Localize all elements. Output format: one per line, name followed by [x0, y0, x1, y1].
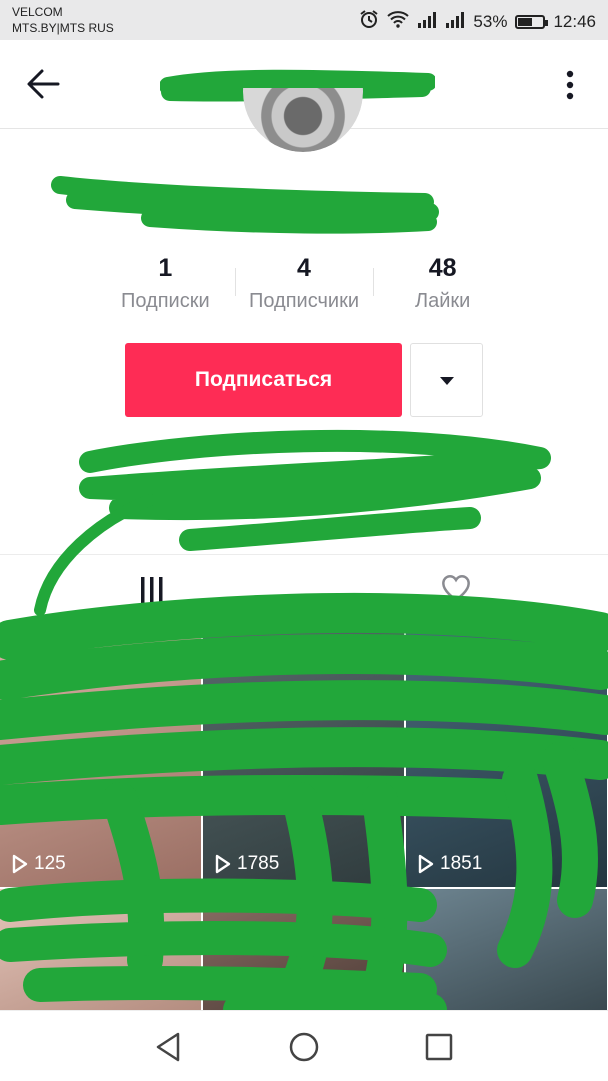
- view-count: 1785: [215, 853, 279, 875]
- back-triangle-icon: [156, 1032, 180, 1062]
- status-bar: VELCOM MTS.BY|MTS RUS 53% 12:46: [0, 0, 608, 40]
- more-vertical-icon: [566, 70, 574, 100]
- stat-value: 48: [428, 254, 457, 282]
- stat-followers[interactable]: 4 Подписчики: [234, 254, 374, 314]
- play-icon: [12, 854, 28, 874]
- clock: 12:46: [553, 11, 596, 31]
- signal-icon: [445, 10, 465, 33]
- signal-icon: [417, 10, 437, 33]
- video-thumbnail[interactable]: [0, 889, 201, 1010]
- carrier-2: MTS.BY|MTS RUS: [12, 21, 114, 35]
- status-icons: 53% 12:46: [359, 9, 596, 34]
- video-thumbnail[interactable]: 125: [0, 624, 201, 887]
- tab-liked[interactable]: [304, 555, 608, 625]
- home-circle-icon: [289, 1032, 319, 1062]
- follow-button[interactable]: Подписаться: [125, 343, 402, 417]
- grid-icon: [141, 577, 163, 603]
- stat-label: Подписчики: [248, 290, 360, 312]
- view-count-value: 125: [34, 853, 66, 874]
- stat-likes: 48 Лайки: [373, 254, 512, 314]
- video-grid: 125 1785 1851: [0, 624, 608, 1010]
- view-count: 125: [12, 853, 66, 875]
- battery-percent: 53%: [473, 11, 508, 31]
- avatar[interactable]: [243, 88, 363, 152]
- play-icon: [418, 854, 434, 874]
- caret-down-icon: [440, 377, 454, 385]
- nav-back-button[interactable]: [150, 1029, 190, 1065]
- tab-videos[interactable]: [0, 555, 304, 625]
- stat-label: Лайки: [415, 290, 471, 312]
- nav-home-button[interactable]: [284, 1029, 324, 1065]
- battery-icon: [515, 14, 549, 29]
- play-icon: [215, 854, 231, 874]
- arrow-left-icon: [27, 69, 60, 99]
- profile-stats: 1 Подписки 4 Подписчики 48 Лайки: [96, 254, 512, 314]
- carrier-1: VELCOM: [12, 5, 63, 19]
- heart-icon: [442, 575, 470, 602]
- carrier-info: VELCOM MTS.BY|MTS RUS: [12, 4, 114, 36]
- video-thumbnail[interactable]: 1851: [406, 624, 607, 887]
- system-navigation-bar: [0, 1010, 608, 1081]
- back-button[interactable]: [24, 66, 64, 102]
- suggested-accounts-dropdown[interactable]: [410, 343, 483, 417]
- stat-following[interactable]: 1 Подписки: [96, 254, 235, 314]
- view-count-value: 1851: [440, 853, 483, 874]
- stat-label: Подписки: [121, 290, 210, 312]
- more-options-button[interactable]: [558, 68, 582, 104]
- wifi-icon: [387, 10, 410, 33]
- recents-square-icon: [425, 1033, 453, 1061]
- stat-value: 1: [158, 254, 173, 282]
- view-count: 1851: [418, 853, 482, 875]
- view-count-value: 1785: [237, 853, 280, 874]
- video-thumbnail[interactable]: 1785: [203, 624, 404, 887]
- profile-bio-redacted: [70, 430, 550, 550]
- stat-value: 4: [297, 254, 311, 282]
- video-thumbnail[interactable]: [406, 889, 607, 1010]
- video-thumbnail[interactable]: [203, 889, 404, 1010]
- alarm-icon: [359, 9, 379, 34]
- content-tabs: [0, 554, 608, 625]
- nav-recents-button[interactable]: [418, 1029, 458, 1065]
